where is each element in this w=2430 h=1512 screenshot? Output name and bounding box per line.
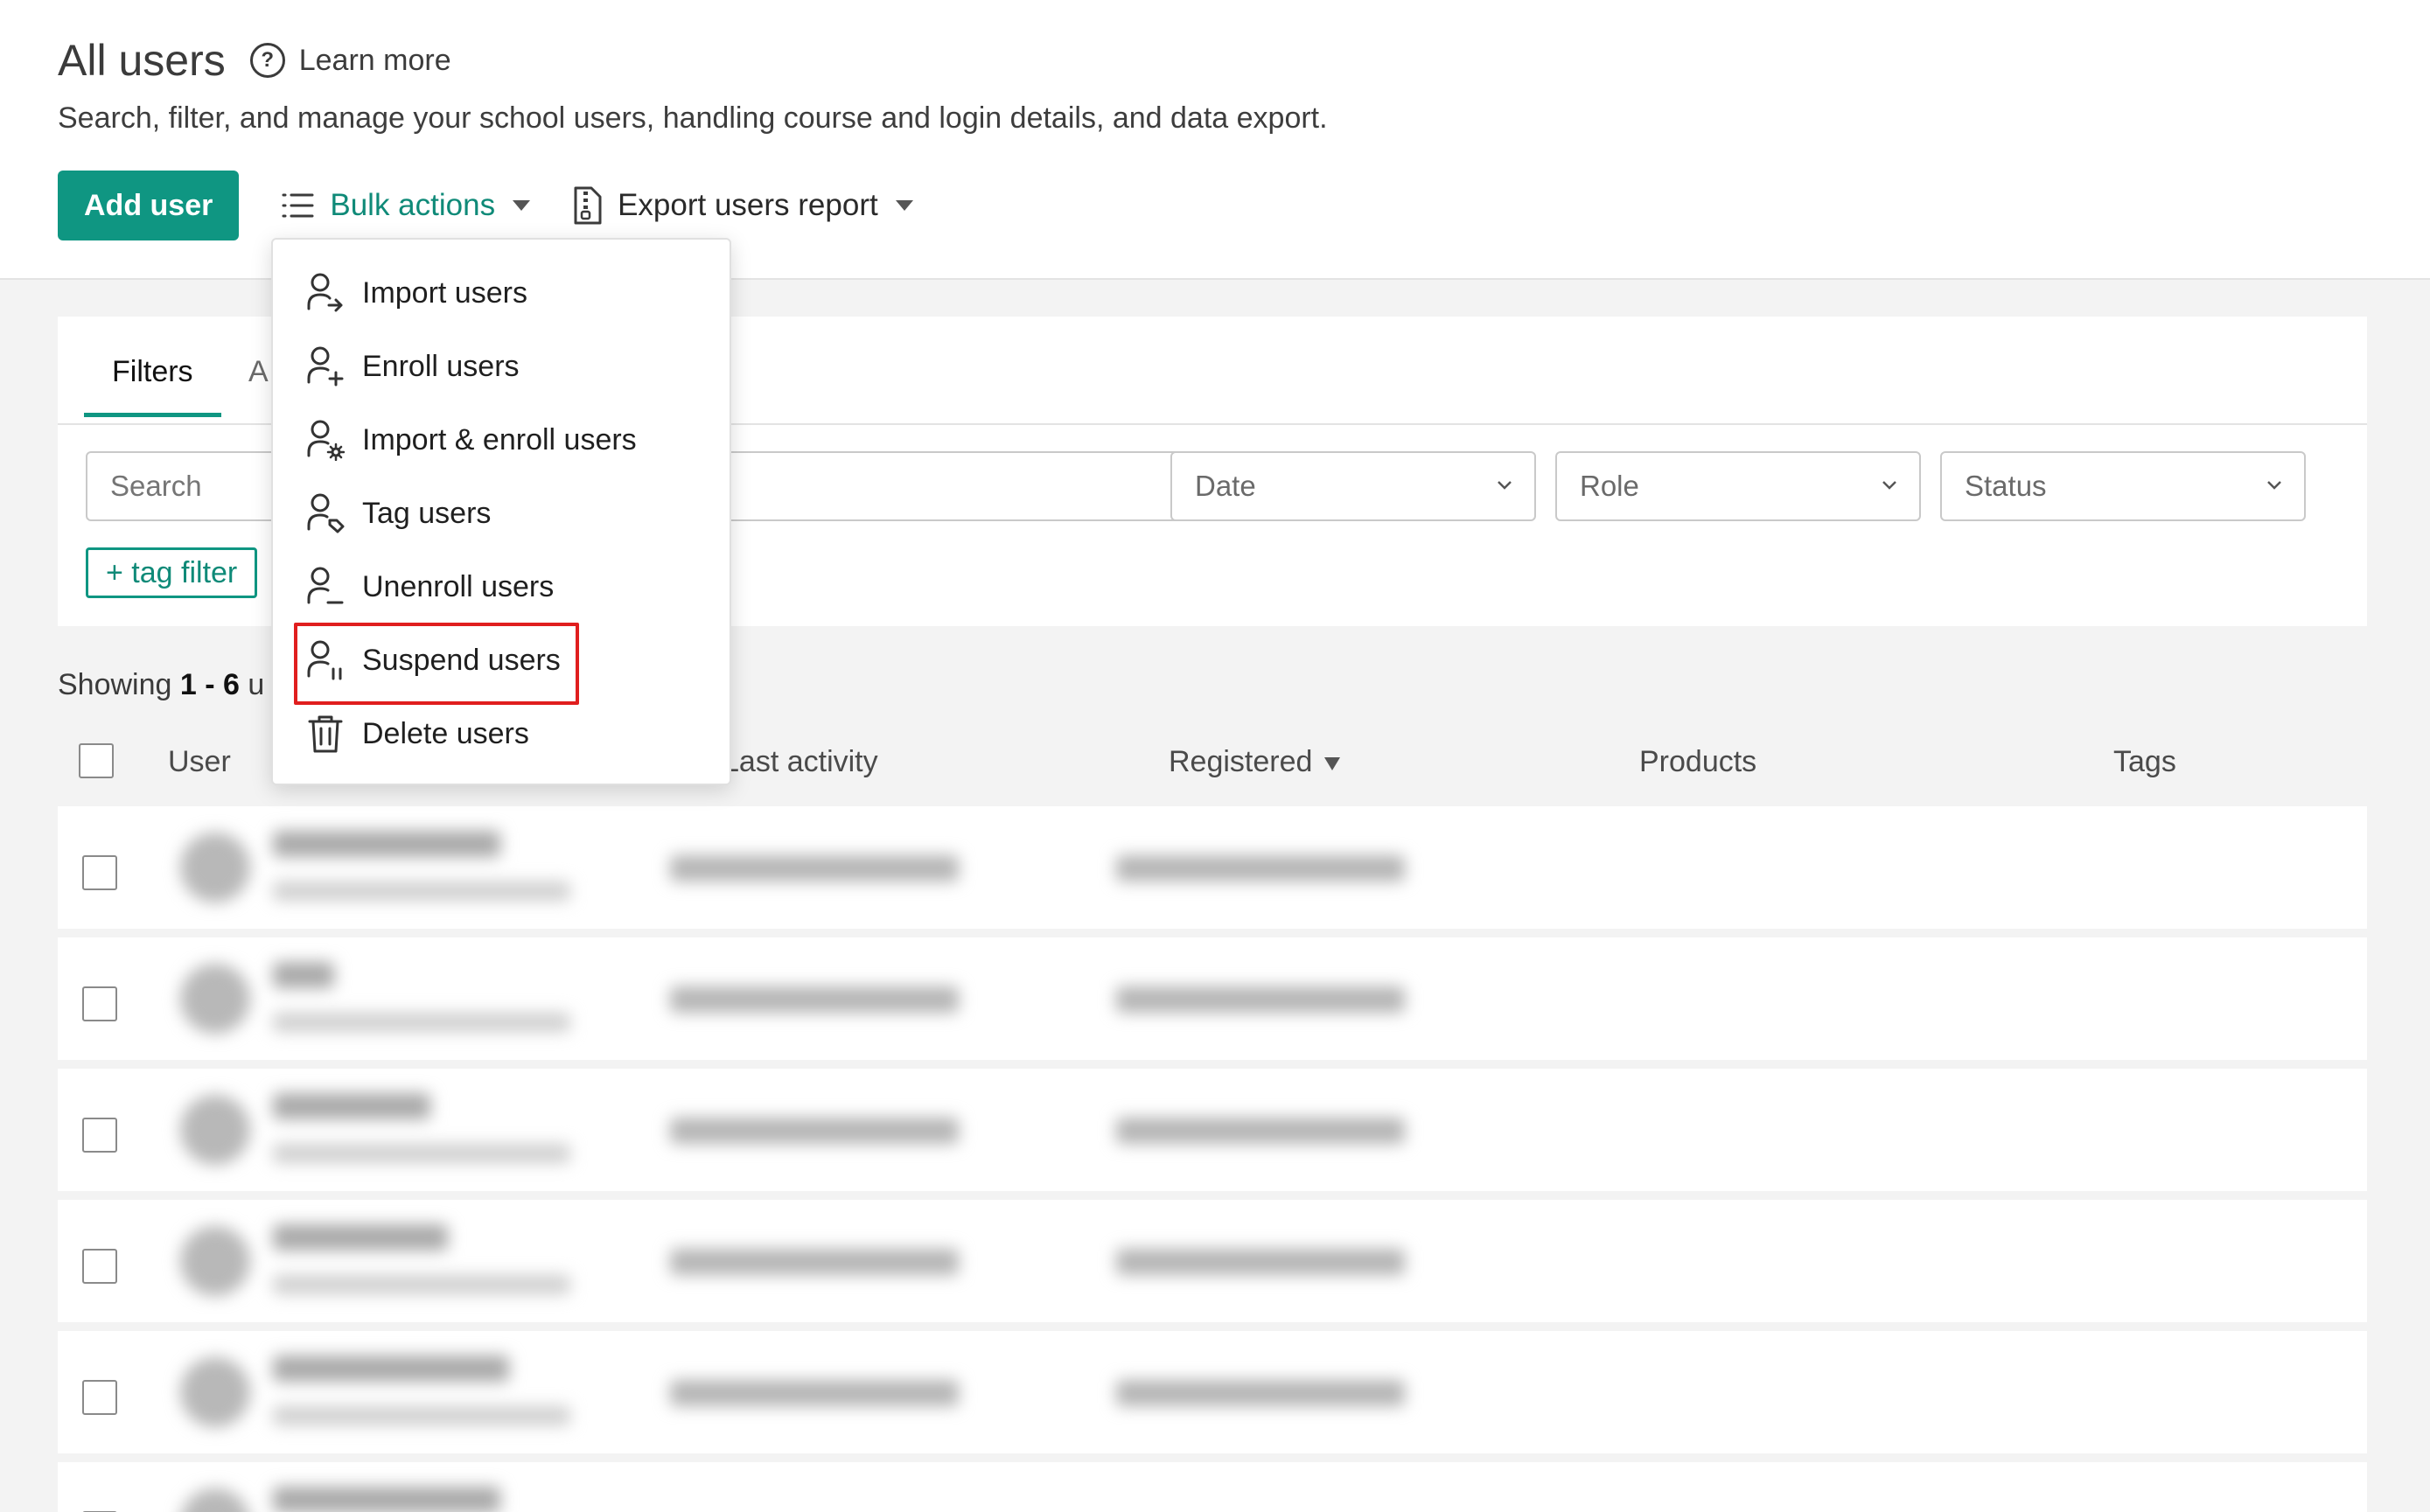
menu-item-import-enroll-users[interactable]: Import & enroll users bbox=[306, 409, 717, 470]
avatar bbox=[180, 1226, 250, 1296]
avatar bbox=[180, 1095, 250, 1165]
highlight-annotation bbox=[294, 623, 579, 705]
user-remove-icon bbox=[307, 567, 344, 604]
page-title: All users bbox=[58, 36, 226, 85]
bulk-actions-dropdown[interactable]: Bulk actions bbox=[281, 188, 531, 223]
tab-other[interactable]: A bbox=[248, 355, 269, 389]
menu-item-import-users[interactable]: Import users bbox=[306, 262, 717, 324]
table-row[interactable] bbox=[58, 1200, 2367, 1322]
column-tags[interactable]: Tags bbox=[2113, 745, 2176, 779]
blurred-row-content bbox=[58, 937, 1457, 1060]
select-all-checkbox[interactable] bbox=[79, 743, 114, 778]
chevron-down-icon bbox=[513, 200, 531, 211]
menu-item-delete-users[interactable]: Delete users bbox=[306, 703, 717, 764]
table-row[interactable] bbox=[58, 1069, 2367, 1191]
menu-item-label: Import users bbox=[362, 275, 527, 310]
user-tag-icon bbox=[307, 493, 345, 533]
menu-item-label: Enroll users bbox=[362, 349, 520, 383]
status-select[interactable]: Status bbox=[1940, 451, 2306, 521]
column-products[interactable]: Products bbox=[1639, 745, 1756, 779]
menu-item-label: Import & enroll users bbox=[362, 422, 637, 456]
table-row[interactable] bbox=[58, 806, 2367, 929]
table-row[interactable] bbox=[58, 1462, 2367, 1512]
avatar bbox=[180, 964, 250, 1034]
column-registered[interactable]: Registered bbox=[1169, 745, 1341, 779]
menu-item-label: Delete users bbox=[362, 716, 529, 750]
menu-item-enroll-users[interactable]: Enroll users bbox=[306, 336, 717, 397]
menu-item-label: Unenroll users bbox=[362, 569, 555, 603]
date-select[interactable]: Date bbox=[1170, 451, 1536, 521]
chevron-down-icon bbox=[2267, 481, 2281, 490]
bulk-actions-menu: Import users Enroll users Import & enrol… bbox=[271, 238, 731, 785]
export-report-dropdown[interactable]: Export users report bbox=[572, 186, 913, 225]
blurred-row-content bbox=[58, 1069, 1457, 1191]
title-row: All users ? Learn more bbox=[58, 35, 451, 86]
bulk-actions-label: Bulk actions bbox=[330, 188, 496, 222]
list-icon bbox=[282, 193, 314, 218]
add-user-button[interactable]: Add user bbox=[58, 171, 240, 240]
results-range: 1 - 6 bbox=[179, 668, 240, 701]
blurred-row-content bbox=[58, 1200, 1457, 1322]
tab-filters[interactable]: Filters bbox=[84, 355, 220, 417]
chevron-down-icon bbox=[895, 200, 913, 211]
menu-item-label: Tag users bbox=[362, 496, 492, 530]
avatar bbox=[180, 1357, 250, 1427]
blurred-row-content bbox=[58, 1331, 1457, 1453]
trash-icon bbox=[308, 715, 343, 753]
file-zip-icon bbox=[574, 186, 602, 225]
user-import-icon bbox=[307, 273, 343, 312]
avatar bbox=[180, 833, 250, 902]
export-report-label: Export users report bbox=[618, 188, 878, 222]
column-last-activity[interactable]: Last activity bbox=[723, 745, 878, 779]
results-prefix: Showing bbox=[58, 668, 180, 701]
page-subtitle: Search, filter, and manage your school u… bbox=[58, 101, 1328, 135]
status-select-label: Status bbox=[1965, 470, 2047, 502]
add-tag-filter-button[interactable]: + tag filter bbox=[86, 547, 258, 598]
sort-desc-icon bbox=[1324, 756, 1341, 770]
date-select-label: Date bbox=[1195, 470, 1256, 502]
role-select[interactable]: Role bbox=[1555, 451, 1921, 521]
help-circle-icon[interactable]: ? bbox=[249, 43, 285, 78]
column-registered-label: Registered bbox=[1169, 745, 1313, 778]
blurred-row-content bbox=[58, 806, 1457, 929]
table-row[interactable] bbox=[58, 937, 2367, 1060]
results-count: Showing 1 - 6 u bbox=[58, 668, 264, 702]
user-add-icon bbox=[307, 346, 344, 387]
results-suffix: u bbox=[239, 668, 265, 701]
role-select-label: Role bbox=[1580, 470, 1639, 502]
learn-more-link[interactable]: Learn more bbox=[299, 44, 451, 78]
user-gear-icon bbox=[307, 420, 345, 461]
table-row[interactable] bbox=[58, 1331, 2367, 1453]
chevron-down-icon bbox=[1498, 481, 1512, 490]
avatar bbox=[180, 1488, 250, 1512]
chevron-down-icon bbox=[1882, 481, 1896, 490]
blurred-row-content bbox=[58, 1462, 1457, 1512]
actions-row: Add user Bulk actions Export users repor… bbox=[58, 171, 913, 240]
menu-item-unenroll-users[interactable]: Unenroll users bbox=[306, 556, 717, 617]
column-user[interactable]: User bbox=[168, 745, 231, 779]
menu-item-tag-users[interactable]: Tag users bbox=[306, 483, 717, 544]
